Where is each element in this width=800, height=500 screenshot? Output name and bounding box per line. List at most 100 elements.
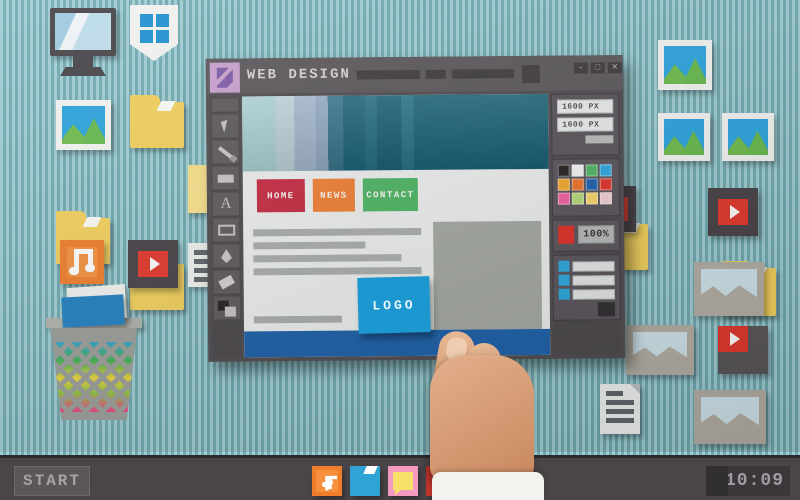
- zoom-panel: 100%: [552, 219, 621, 252]
- palm: [430, 355, 534, 483]
- window-titlebar[interactable]: WEB DESIGN – □ ✕: [205, 55, 623, 94]
- menu-item-2[interactable]: [425, 69, 446, 79]
- text-line-4: [253, 266, 422, 276]
- nav-button-contact[interactable]: CONTACT: [362, 177, 419, 212]
- menu-item-3[interactable]: [451, 69, 514, 79]
- cursor-icon: [220, 119, 231, 133]
- swatch-cyan[interactable]: [599, 164, 612, 177]
- my-computer-icon[interactable]: [50, 8, 116, 76]
- maximize-button[interactable]: □: [590, 62, 605, 74]
- canvas-width-field[interactable]: 1600 PX: [557, 99, 614, 114]
- swatch-red[interactable]: [599, 178, 612, 191]
- picture-icon-2[interactable]: [658, 40, 712, 90]
- swatch-blue[interactable]: [585, 178, 598, 191]
- layer-visibility-icon[interactable]: [558, 274, 570, 286]
- image-placeholder[interactable]: [433, 220, 543, 330]
- active-color-swatch[interactable]: [558, 225, 575, 244]
- add-layer-button[interactable]: [597, 302, 615, 317]
- video-app-icon[interactable]: [128, 240, 178, 288]
- pictures-icon[interactable]: [56, 100, 111, 150]
- layer-name-bar: [572, 274, 615, 286]
- taskbar: START 10:09: [0, 452, 800, 500]
- hand-cursor: [418, 325, 550, 500]
- app-logo-icon: [209, 62, 240, 93]
- layer-visibility-icon[interactable]: [558, 288, 570, 300]
- canvas-height-field[interactable]: 1600 PX: [557, 117, 614, 132]
- text-a-icon: A: [220, 195, 232, 212]
- music-note-icon: [321, 475, 337, 490]
- nav-button-news[interactable]: NEWS: [312, 178, 356, 212]
- play-icon: [138, 251, 168, 277]
- eraser-icon: [218, 274, 235, 290]
- taskbar-notes-icon[interactable]: [388, 466, 418, 496]
- close-button[interactable]: ✕: [607, 62, 622, 74]
- layer-row[interactable]: [558, 274, 615, 286]
- brush-icon: [217, 145, 234, 159]
- start-button[interactable]: START: [14, 466, 90, 496]
- toolbar: A: [210, 96, 243, 358]
- play-icon-4: [718, 326, 748, 352]
- nav-button-home[interactable]: HOME: [256, 178, 306, 213]
- color-palette-panel: [551, 158, 621, 217]
- text-tool[interactable]: A: [212, 192, 240, 217]
- window-title: WEB DESIGN: [246, 66, 351, 84]
- security-shield-icon[interactable]: [130, 5, 178, 61]
- play-icon-3: [718, 199, 748, 225]
- picture-placeholder-2[interactable]: [626, 325, 694, 375]
- eraser-tool[interactable]: [213, 270, 240, 295]
- minimize-button[interactable]: –: [573, 62, 588, 74]
- side-panels: 1600 PX 1600 PX 100%: [551, 93, 622, 355]
- zoom-level-value[interactable]: 100%: [578, 225, 615, 244]
- text-line-2: [253, 241, 366, 250]
- taskbar-clock: 10:09: [706, 466, 790, 496]
- gradient-tool[interactable]: [213, 244, 240, 269]
- swatch-lightyellow[interactable]: [585, 192, 598, 205]
- swatch-lightgreen[interactable]: [571, 192, 584, 205]
- menu-item-1[interactable]: [356, 69, 420, 80]
- picture-icon-4[interactable]: [722, 113, 774, 161]
- swatch-amber[interactable]: [557, 178, 570, 191]
- folder-icon-1[interactable]: [130, 95, 184, 148]
- layer-row[interactable]: [558, 260, 615, 272]
- swatch-orange[interactable]: [571, 178, 584, 191]
- video-icon-4[interactable]: [718, 326, 768, 374]
- swatch-white[interactable]: [571, 164, 584, 177]
- swatch-black[interactable]: [557, 164, 570, 177]
- picture-placeholder-1[interactable]: [694, 262, 764, 316]
- droplet-icon: [221, 249, 232, 263]
- swatch-lightpink[interactable]: [599, 192, 612, 205]
- move-tool[interactable]: [212, 98, 239, 113]
- shape-tool[interactable]: [213, 218, 240, 243]
- menu-item-4[interactable]: [521, 64, 540, 84]
- picture-icon-3[interactable]: [658, 113, 710, 161]
- color-swatch-tool[interactable]: [213, 296, 240, 321]
- layer-row[interactable]: [558, 288, 615, 300]
- select-tool[interactable]: [212, 114, 239, 139]
- taskbar-music-icon[interactable]: [312, 466, 342, 496]
- sticky-note-icon: [393, 472, 413, 490]
- monitor-icon: [50, 8, 116, 56]
- text-line-1: [253, 227, 422, 237]
- color-swatch-grid: [557, 164, 614, 205]
- music-app-icon[interactable]: [60, 240, 104, 284]
- shirt-cuff: [432, 472, 544, 500]
- fill-rect-tool[interactable]: [212, 166, 239, 191]
- picture-placeholder-3[interactable]: [694, 390, 766, 444]
- brush-tool[interactable]: [212, 140, 239, 165]
- layers-panel: [552, 254, 621, 321]
- music-note-icon: [69, 249, 95, 275]
- text-line-3: [253, 254, 402, 263]
- apply-size-button[interactable]: [585, 135, 614, 144]
- color-swatch-icon: [217, 300, 236, 317]
- desktop-background: WEB DESIGN – □ ✕ A HOME NEWS CONTACT 160…: [0, 0, 800, 500]
- document-icon-2[interactable]: [600, 384, 640, 434]
- swatch-pink[interactable]: [557, 192, 570, 205]
- video-icon-3[interactable]: [708, 188, 758, 236]
- layer-visibility-icon[interactable]: [558, 260, 570, 272]
- taskbar-folder-icon[interactable]: [350, 466, 380, 496]
- layer-name-bar: [572, 260, 615, 272]
- canvas-size-panel: 1600 PX 1600 PX: [551, 93, 620, 156]
- swatch-green[interactable]: [585, 164, 598, 177]
- text-line-5: [253, 315, 342, 324]
- recycle-bin-icon[interactable]: [46, 284, 142, 420]
